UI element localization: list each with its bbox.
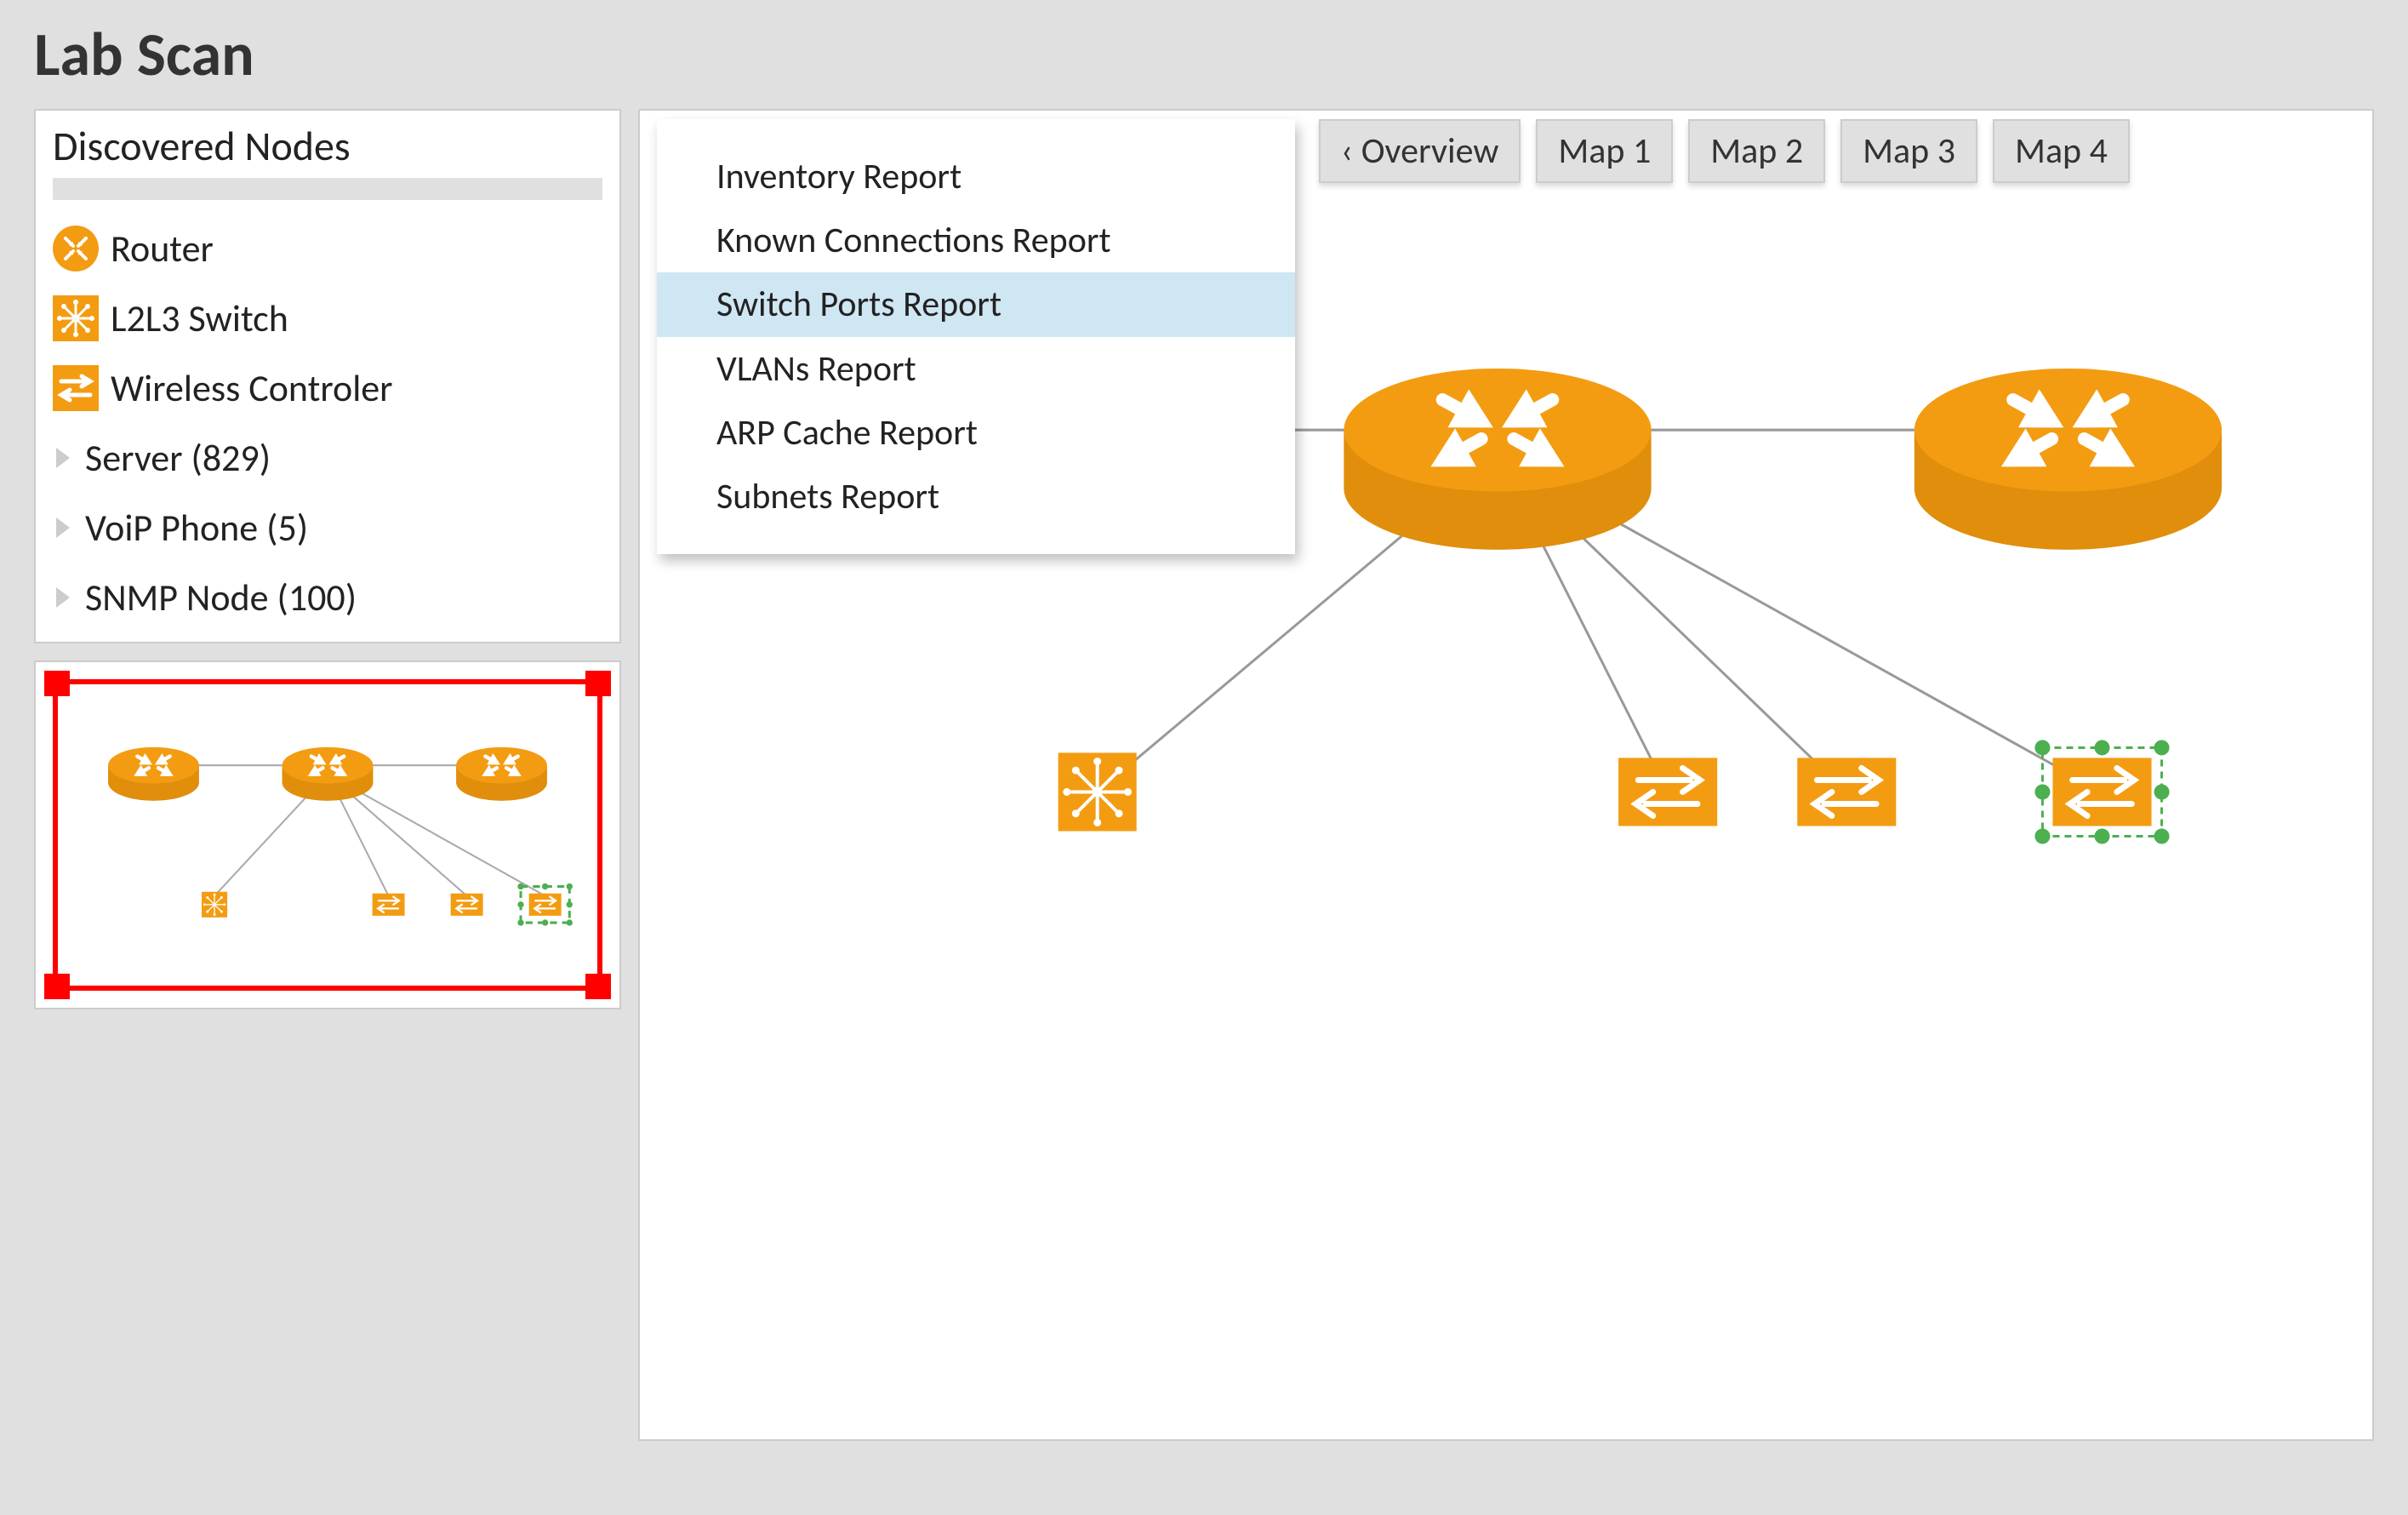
tab-map-2[interactable]: Map 2 [1688, 119, 1825, 183]
discovered-nodes-title: Discovered Nodes [53, 121, 602, 171]
search-input[interactable] [53, 178, 602, 200]
node-item-label: SNMP Node (100) [85, 575, 357, 620]
canvas-area[interactable]: ‹ Overview Map 1 Map 2 Map 3 Map 4 Inven… [638, 109, 2374, 1441]
node-item-snmp[interactable]: SNMP Node (100) [53, 575, 602, 620]
node-item-wireless[interactable]: Wireless Controler [53, 365, 602, 411]
node-item-label: Router [111, 226, 214, 272]
minimap-viewport-frame[interactable] [53, 679, 602, 991]
wireless-icon [53, 365, 99, 411]
tab-map-4[interactable]: Map 4 [1993, 119, 2130, 183]
node-item-label: VoiP Phone (5) [85, 505, 308, 551]
switch-icon [53, 295, 99, 341]
dropdown-item-arp-cache[interactable]: ARP Cache Report [657, 401, 1295, 465]
tab-overview[interactable]: ‹ Overview [1319, 119, 1521, 183]
node-item-label: L2L3 Switch [111, 295, 288, 341]
node-item-voip[interactable]: VoiP Phone (5) [53, 505, 602, 551]
tab-map-3[interactable]: Map 3 [1840, 119, 1977, 183]
collapse-triangle-icon [53, 515, 73, 540]
node-item-switch[interactable]: L2L3 Switch [53, 295, 602, 341]
minimap-panel [34, 660, 621, 1009]
page-title: Lab Scan [34, 17, 2374, 92]
node-item-router[interactable]: Router [53, 226, 602, 272]
collapse-triangle-icon [53, 585, 73, 610]
dropdown-item-known-connections[interactable]: Known Connections Report [657, 209, 1295, 272]
dropdown-item-inventory[interactable]: Inventory Report [657, 145, 1295, 209]
node-item-label: Wireless Controler [111, 365, 393, 411]
minimap-handle-br[interactable] [585, 974, 611, 999]
minimap-handle-bl[interactable] [44, 974, 70, 999]
reports-dropdown: Inventory Report Known Connections Repor… [657, 119, 1295, 554]
sidebar: Discovered Nodes Router L2L3 Switch [34, 109, 621, 1441]
workspace: Discovered Nodes Router L2L3 Switch [34, 109, 2374, 1441]
dropdown-item-subnets[interactable]: Subnets Report [657, 465, 1295, 529]
dropdown-item-switch-ports[interactable]: Switch Ports Report [657, 272, 1295, 336]
minimap-svg [58, 684, 597, 986]
node-list: Router L2L3 Switch Wireless Controler [53, 226, 602, 620]
node-item-label: Server (829) [85, 435, 271, 481]
discovered-nodes-panel: Discovered Nodes Router L2L3 Switch [34, 109, 621, 643]
tab-map-1[interactable]: Map 1 [1536, 119, 1673, 183]
node-item-server[interactable]: Server (829) [53, 435, 602, 481]
collapse-triangle-icon [53, 445, 73, 471]
minimap-handle-tr[interactable] [585, 671, 611, 696]
minimap-handle-tl[interactable] [44, 671, 70, 696]
router-icon [53, 226, 99, 272]
dropdown-item-vlans[interactable]: VLANs Report [657, 337, 1295, 401]
